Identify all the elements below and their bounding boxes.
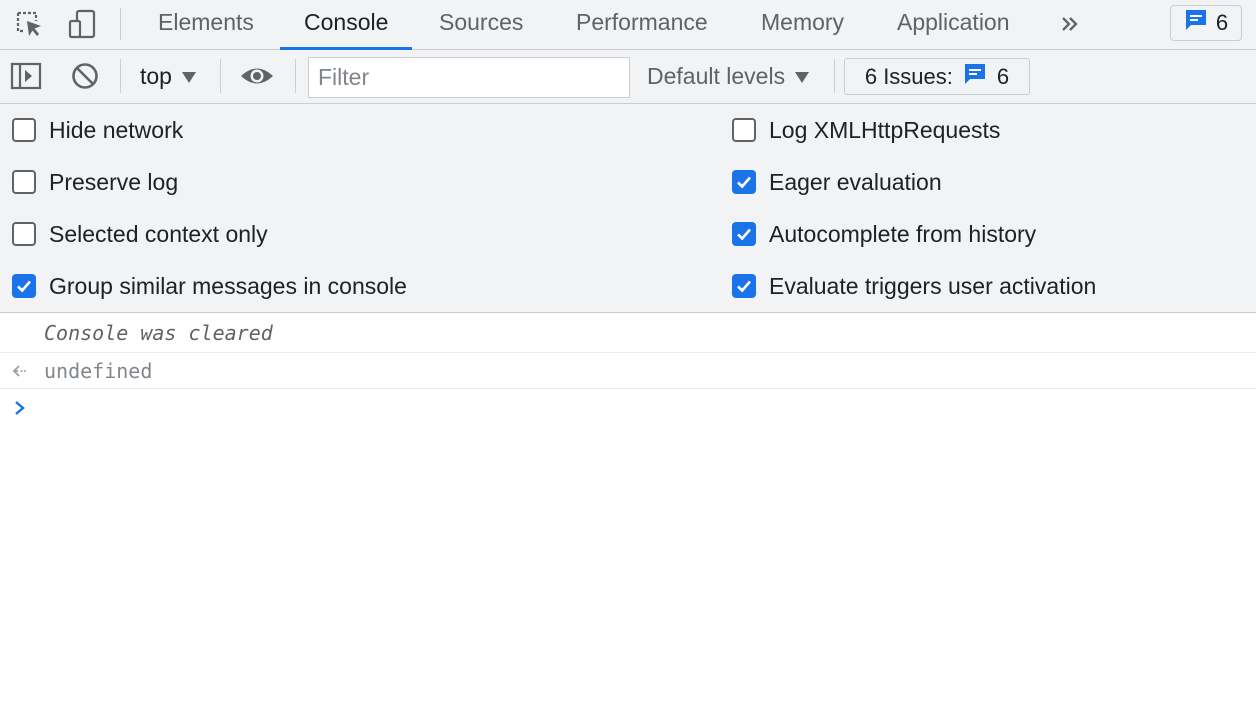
- eye-icon[interactable]: [240, 59, 274, 93]
- checkbox-log-xhr[interactable]: [732, 118, 756, 142]
- toolbar-separator: [120, 59, 121, 93]
- result-value: undefined: [44, 359, 153, 383]
- context-selector[interactable]: top: [128, 50, 208, 102]
- tab-console[interactable]: Console: [280, 0, 413, 50]
- inspect-element-icon[interactable]: [12, 7, 46, 41]
- show-sidebar-icon[interactable]: [9, 59, 43, 93]
- issues-count: 6: [996, 63, 1010, 89]
- setting-label: Group similar messages in console: [49, 272, 407, 299]
- setting-label: Selected context only: [49, 220, 268, 247]
- message-icon: [963, 62, 987, 92]
- console-cleared-text: Console was cleared: [44, 321, 273, 345]
- chevron-double-right-icon[interactable]: [1054, 8, 1086, 40]
- setting-eager-evaluation[interactable]: Eager evaluation: [732, 168, 942, 196]
- message-icon: [1184, 8, 1208, 38]
- setting-label: Eager evaluation: [769, 168, 942, 195]
- log-levels-label: Default levels: [647, 62, 786, 89]
- checkbox-selected-context-only[interactable]: [12, 222, 36, 246]
- log-levels-dropdown[interactable]: Default levels: [638, 50, 818, 102]
- setting-preserve-log[interactable]: Preserve log: [12, 168, 178, 196]
- console-prompt[interactable]: [0, 389, 1256, 429]
- checkmark-icon: [737, 176, 751, 189]
- clear-console-icon[interactable]: [68, 59, 102, 93]
- issues-label: 6 Issues:: [864, 63, 953, 89]
- checkbox-evaluate-user-activation[interactable]: [732, 274, 756, 298]
- result-arrow-icon: [10, 361, 30, 386]
- messages-count: 6: [1215, 10, 1229, 35]
- tab-application[interactable]: Application: [873, 0, 1034, 49]
- checkbox-hide-network[interactable]: [12, 118, 36, 142]
- checkbox-eager-evaluation[interactable]: [732, 170, 756, 194]
- device-toolbar-icon[interactable]: [65, 7, 99, 41]
- console-input[interactable]: [44, 395, 1234, 423]
- caret-down-icon: [795, 71, 810, 83]
- checkmark-icon: [737, 228, 751, 241]
- setting-label: Preserve log: [49, 168, 179, 195]
- checkmark-icon: [737, 280, 751, 293]
- setting-label: Log XMLHttpRequests: [769, 116, 1001, 143]
- checkmark-icon: [17, 280, 31, 293]
- filter-input[interactable]: [308, 57, 630, 98]
- tab-elements[interactable]: Elements: [134, 0, 278, 49]
- console-toolbar: top Default levels 6 Issues: 6: [0, 50, 1256, 104]
- checkbox-preserve-log[interactable]: [12, 170, 36, 194]
- context-label: top: [140, 62, 172, 89]
- caret-down-icon: [181, 71, 196, 83]
- checkbox-autocomplete-history[interactable]: [732, 222, 756, 246]
- setting-label: Evaluate triggers user activation: [769, 272, 1097, 299]
- checkbox-group-similar[interactable]: [12, 274, 36, 298]
- setting-evaluate-user-activation[interactable]: Evaluate triggers user activation: [732, 272, 1096, 300]
- setting-label: Autocomplete from history: [769, 220, 1037, 247]
- setting-label: Hide network: [49, 116, 184, 143]
- setting-log-xhr[interactable]: Log XMLHttpRequests: [732, 116, 1000, 144]
- prompt-chevron-icon: [12, 399, 28, 422]
- toolbar-separator: [834, 59, 835, 93]
- setting-selected-context-only[interactable]: Selected context only: [12, 220, 268, 248]
- messages-badge-button[interactable]: 6: [1170, 5, 1242, 41]
- console-message: undefined: [0, 353, 1256, 389]
- issues-button[interactable]: 6 Issues: 6: [844, 58, 1030, 95]
- tabbar-separator: [120, 8, 121, 40]
- console-settings-pane: Hide network Preserve log Selected conte…: [0, 104, 1256, 313]
- setting-group-similar[interactable]: Group similar messages in console: [12, 272, 407, 300]
- toolbar-separator: [295, 59, 296, 93]
- tab-performance[interactable]: Performance: [552, 0, 732, 49]
- devtools-tabbar: Elements Console Sources Performance Mem…: [0, 0, 1256, 50]
- toolbar-separator: [220, 59, 221, 93]
- tab-sources[interactable]: Sources: [415, 0, 547, 49]
- console-message: Console was cleared: [0, 314, 1256, 353]
- tab-memory[interactable]: Memory: [737, 0, 868, 49]
- setting-hide-network[interactable]: Hide network: [12, 116, 183, 144]
- setting-autocomplete-history[interactable]: Autocomplete from history: [732, 220, 1036, 248]
